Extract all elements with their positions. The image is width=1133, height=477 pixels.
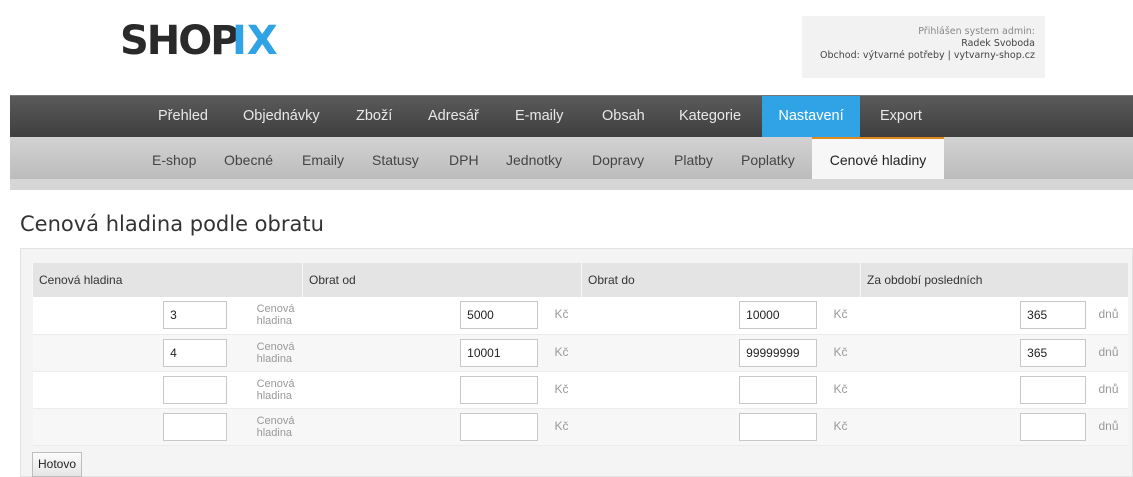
days-unit: dnů [1098, 381, 1119, 396]
subnav-item-platby[interactable]: Platby [674, 137, 713, 179]
turnover-from-input[interactable]: 10001 [460, 338, 539, 367]
price-level-cell: Cenová hladina [32, 408, 303, 446]
price-level-unit: Cenová hladina [256, 377, 295, 402]
hotovo-button[interactable]: Hotovo [32, 452, 82, 477]
turnover-from-cell: Kč [302, 371, 582, 409]
column-header-period: Za období posledních [860, 263, 1128, 297]
period-cell: dnů [860, 408, 1128, 446]
turnover-to-cell: Kč [581, 371, 861, 409]
column-header-price-level: Cenová hladina [32, 263, 303, 297]
subnav-item-jednotky[interactable]: Jednotky [506, 137, 562, 179]
price-level-input[interactable]: 4 [163, 338, 228, 367]
turnover-from-input[interactable] [460, 375, 539, 404]
nav-item-export[interactable]: Export [880, 96, 922, 137]
turnover-from-cell: 10001 Kč [302, 334, 582, 372]
turnover-to-input[interactable] [739, 375, 818, 404]
turnover-from-cell: 5000 Kč [302, 297, 582, 335]
turnover-from-input[interactable]: 5000 [460, 301, 539, 330]
price-level-table: Cenová hladina Obrat od Obrat do Za obdo… [32, 263, 1128, 446]
price-level-cell: 4 Cenová hladina [32, 334, 303, 372]
page-title: Cenová hladina podle obratu [20, 212, 324, 236]
price-level-unit: Cenová hladina [256, 303, 295, 328]
period-cell: 365 dnů [860, 334, 1128, 372]
turnover-to-input[interactable]: 99999999 [739, 338, 818, 367]
nav-item-kategorie[interactable]: Kategorie [679, 96, 741, 137]
nav-item-adresar[interactable]: Adresář [428, 96, 479, 137]
turnover-to-input[interactable] [739, 412, 818, 441]
price-level-unit: Cenová hladina [256, 414, 295, 439]
logged-in-label: Přihlášen system admin: [918, 26, 1035, 37]
column-header-turnover-from: Obrat od [302, 263, 582, 297]
period-input[interactable]: 365 [1020, 338, 1087, 367]
column-header-turnover-to: Obrat do [581, 263, 861, 297]
currency-unit: Kč [833, 418, 848, 433]
nav-item-emaily[interactable]: E-maily [515, 96, 563, 137]
turnover-from-cell: Kč [302, 408, 582, 446]
subnav-divider [10, 179, 1133, 190]
turnover-to-cell: 10000 Kč [581, 297, 861, 335]
subnav-item-obecne[interactable]: Obecné [224, 137, 273, 179]
period-input[interactable] [1020, 375, 1087, 404]
period-cell: dnů [860, 371, 1128, 409]
sub-navigation: E-shop Obecné Emaily Statusy DPH Jednotk… [10, 137, 1133, 179]
subnav-item-emaily[interactable]: Emaily [302, 137, 344, 179]
currency-unit: Kč [554, 307, 569, 322]
price-level-input[interactable] [163, 412, 228, 441]
nav-item-nastaveni[interactable]: Nastavení [762, 96, 860, 137]
svg-text:IX: IX [232, 18, 278, 64]
table-row: 4 Cenová hladina 10001 Kč 99999999 Kč 365… [32, 334, 1128, 372]
table-row: Cenová hladina Kč Kč dnů [32, 408, 1128, 446]
svg-text:SHOP: SHOP [120, 18, 238, 64]
nav-item-obsah[interactable]: Obsah [602, 96, 645, 137]
price-level-input[interactable] [163, 375, 228, 404]
shop-info: Obchod: výtvarné potřeby | vytvarny-shop… [820, 50, 1035, 61]
turnover-from-input[interactable] [460, 412, 539, 441]
days-unit: dnů [1098, 418, 1119, 433]
currency-unit: Kč [833, 344, 848, 359]
currency-unit: Kč [554, 344, 569, 359]
price-level-cell: Cenová hladina [32, 371, 303, 409]
subnav-item-eshop[interactable]: E-shop [152, 137, 196, 179]
period-cell: 365 dnů [860, 297, 1128, 335]
table-row: Cenová hladina Kč Kč dnů [32, 371, 1128, 409]
subnav-item-statusy[interactable]: Statusy [372, 137, 419, 179]
currency-unit: Kč [833, 307, 848, 322]
user-info-box: Přihlášen system admin: Radek Svoboda Ob… [802, 16, 1045, 78]
period-input[interactable]: 365 [1020, 301, 1087, 330]
days-unit: dnů [1098, 344, 1119, 359]
price-level-input[interactable]: 3 [163, 301, 228, 330]
price-level-cell: 3 Cenová hladina [32, 297, 303, 335]
currency-unit: Kč [554, 381, 569, 396]
turnover-to-input[interactable]: 10000 [739, 301, 818, 330]
days-unit: dnů [1098, 307, 1119, 322]
subnav-item-dph[interactable]: DPH [449, 137, 479, 179]
nav-item-zbozi[interactable]: Zboží [356, 96, 392, 137]
main-navigation: Přehled Objednávky Zboží Adresář E-maily… [10, 95, 1133, 137]
currency-unit: Kč [554, 418, 569, 433]
currency-unit: Kč [833, 381, 848, 396]
nav-item-prehled[interactable]: Přehled [158, 96, 208, 137]
period-input[interactable] [1020, 412, 1087, 441]
nav-item-objednavky[interactable]: Objednávky [243, 96, 320, 137]
table-row: 3 Cenová hladina 5000 Kč 10000 Kč 365 dnů [32, 297, 1128, 335]
user-name: Radek Svoboda [961, 38, 1035, 49]
subnav-item-cenove-hladiny[interactable]: Cenové hladiny [812, 137, 944, 179]
turnover-to-cell: 99999999 Kč [581, 334, 861, 372]
turnover-to-cell: Kč [581, 408, 861, 446]
shopix-logo[interactable]: SHOP IX [120, 12, 300, 78]
subnav-item-dopravy[interactable]: Dopravy [592, 137, 644, 179]
subnav-item-poplatky[interactable]: Poplatky [741, 137, 795, 179]
price-level-unit: Cenová hladina [256, 340, 295, 365]
